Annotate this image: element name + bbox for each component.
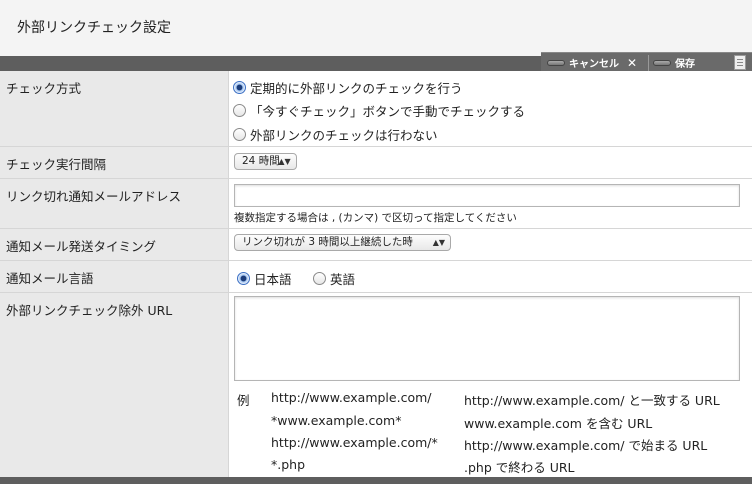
page-title: 外部リンクチェック設定: [17, 20, 171, 36]
radio-label: 英語: [330, 272, 356, 287]
toolbar-divider: [648, 55, 649, 71]
row-interval: チェック実行間隔 24 時間 ▲▼: [0, 147, 752, 179]
toolbar-actions: キャンセル ✕ 保存: [541, 52, 752, 72]
row-check-method: チェック方式 定期的に外部リンクのチェックを行う 「今すぐチェック」ボタンで手動…: [0, 71, 752, 147]
interval-value: 24 時間: [242, 155, 280, 167]
timing-select[interactable]: リンク切れが 3 時間以上継続した時 ▲▼: [234, 234, 451, 251]
radio-button[interactable]: [233, 104, 246, 117]
footer-bar: [0, 477, 752, 484]
pill-icon: [653, 59, 671, 66]
radio-method-manual[interactable]: 「今すぐチェック」ボタンで手動でチェックする: [233, 101, 525, 120]
email-field-cell: 複数指定する場合は , (カンマ) で区切って指定してください: [229, 179, 752, 228]
pill-icon: [547, 59, 565, 66]
chevron-updown-icon: ▲▼: [278, 157, 291, 166]
radio-language-english[interactable]: 英語: [313, 269, 355, 288]
radio-label: 日本語: [254, 272, 292, 287]
radio-button[interactable]: [313, 272, 326, 285]
save-button[interactable]: 保存: [653, 53, 695, 72]
check-method-field: 定期的に外部リンクのチェックを行う 「今すぐチェック」ボタンで手動でチェックする…: [229, 71, 752, 146]
example-label: 例: [237, 393, 250, 408]
radio-language-japanese[interactable]: 日本語: [237, 269, 292, 288]
row-timing: 通知メール発送タイミング リンク切れが 3 時間以上継続した時 ▲▼: [0, 229, 752, 261]
radio-label: 定期的に外部リンクのチェックを行う: [250, 81, 463, 96]
document-icon[interactable]: [734, 55, 746, 70]
timing-label: 通知メール発送タイミング: [0, 229, 229, 260]
radio-method-periodic[interactable]: 定期的に外部リンクのチェックを行う: [233, 78, 463, 97]
interval-label: チェック実行間隔: [0, 147, 229, 178]
email-note: 複数指定する場合は , (カンマ) で区切って指定してください: [234, 212, 517, 224]
example-description: .php で終わる URL: [464, 460, 575, 475]
radio-method-none[interactable]: 外部リンクのチェックは行わない: [233, 125, 438, 144]
example-pattern: *www.example.com*: [271, 413, 402, 428]
row-exclude-url: 外部リンクチェック除外 URL 例 http://www.example.com…: [0, 293, 752, 477]
example-description: http://www.example.com/ と一致する URL: [464, 393, 720, 408]
chevron-updown-icon: ▲▼: [432, 238, 445, 247]
cancel-label: キャンセル: [569, 59, 619, 70]
example-description: http://www.example.com/ で始まる URL: [464, 438, 708, 453]
row-email: リンク切れ通知メールアドレス 複数指定する場合は , (カンマ) で区切って指定…: [0, 179, 752, 229]
example-pattern: http://www.example.com/*: [271, 435, 438, 450]
language-label: 通知メール言語: [0, 261, 229, 292]
radio-button[interactable]: [233, 128, 246, 141]
interval-field: 24 時間 ▲▼: [229, 147, 752, 178]
cancel-button[interactable]: キャンセル ✕: [547, 53, 637, 72]
exclude-url-textarea[interactable]: [234, 296, 740, 381]
close-icon: ✕: [627, 55, 638, 70]
radio-button[interactable]: [233, 81, 246, 94]
language-field: 日本語 英語: [229, 261, 752, 292]
radio-button[interactable]: [237, 272, 250, 285]
check-method-label: チェック方式: [0, 71, 229, 146]
example-description: www.example.com を含む URL: [464, 416, 653, 431]
page-header: 外部リンクチェック設定: [0, 0, 752, 56]
timing-value: リンク切れが 3 時間以上継続した時: [242, 236, 413, 248]
email-label: リンク切れ通知メールアドレス: [0, 179, 229, 228]
example-pattern: http://www.example.com/: [271, 390, 432, 405]
row-language: 通知メール言語 日本語 英語: [0, 261, 752, 293]
interval-select[interactable]: 24 時間 ▲▼: [234, 153, 297, 170]
radio-label: 外部リンクのチェックは行わない: [250, 128, 438, 143]
email-input[interactable]: [234, 184, 740, 207]
example-pattern: *.php: [271, 457, 306, 472]
settings-form: チェック方式 定期的に外部リンクのチェックを行う 「今すぐチェック」ボタンで手動…: [0, 71, 752, 477]
exclude-url-field: 例 http://www.example.com/ http://www.exa…: [229, 293, 752, 477]
exclude-url-label: 外部リンクチェック除外 URL: [0, 293, 229, 477]
timing-field: リンク切れが 3 時間以上継続した時 ▲▼: [229, 229, 752, 260]
radio-label: 「今すぐチェック」ボタンで手動でチェックする: [250, 104, 526, 119]
save-label: 保存: [675, 59, 695, 70]
